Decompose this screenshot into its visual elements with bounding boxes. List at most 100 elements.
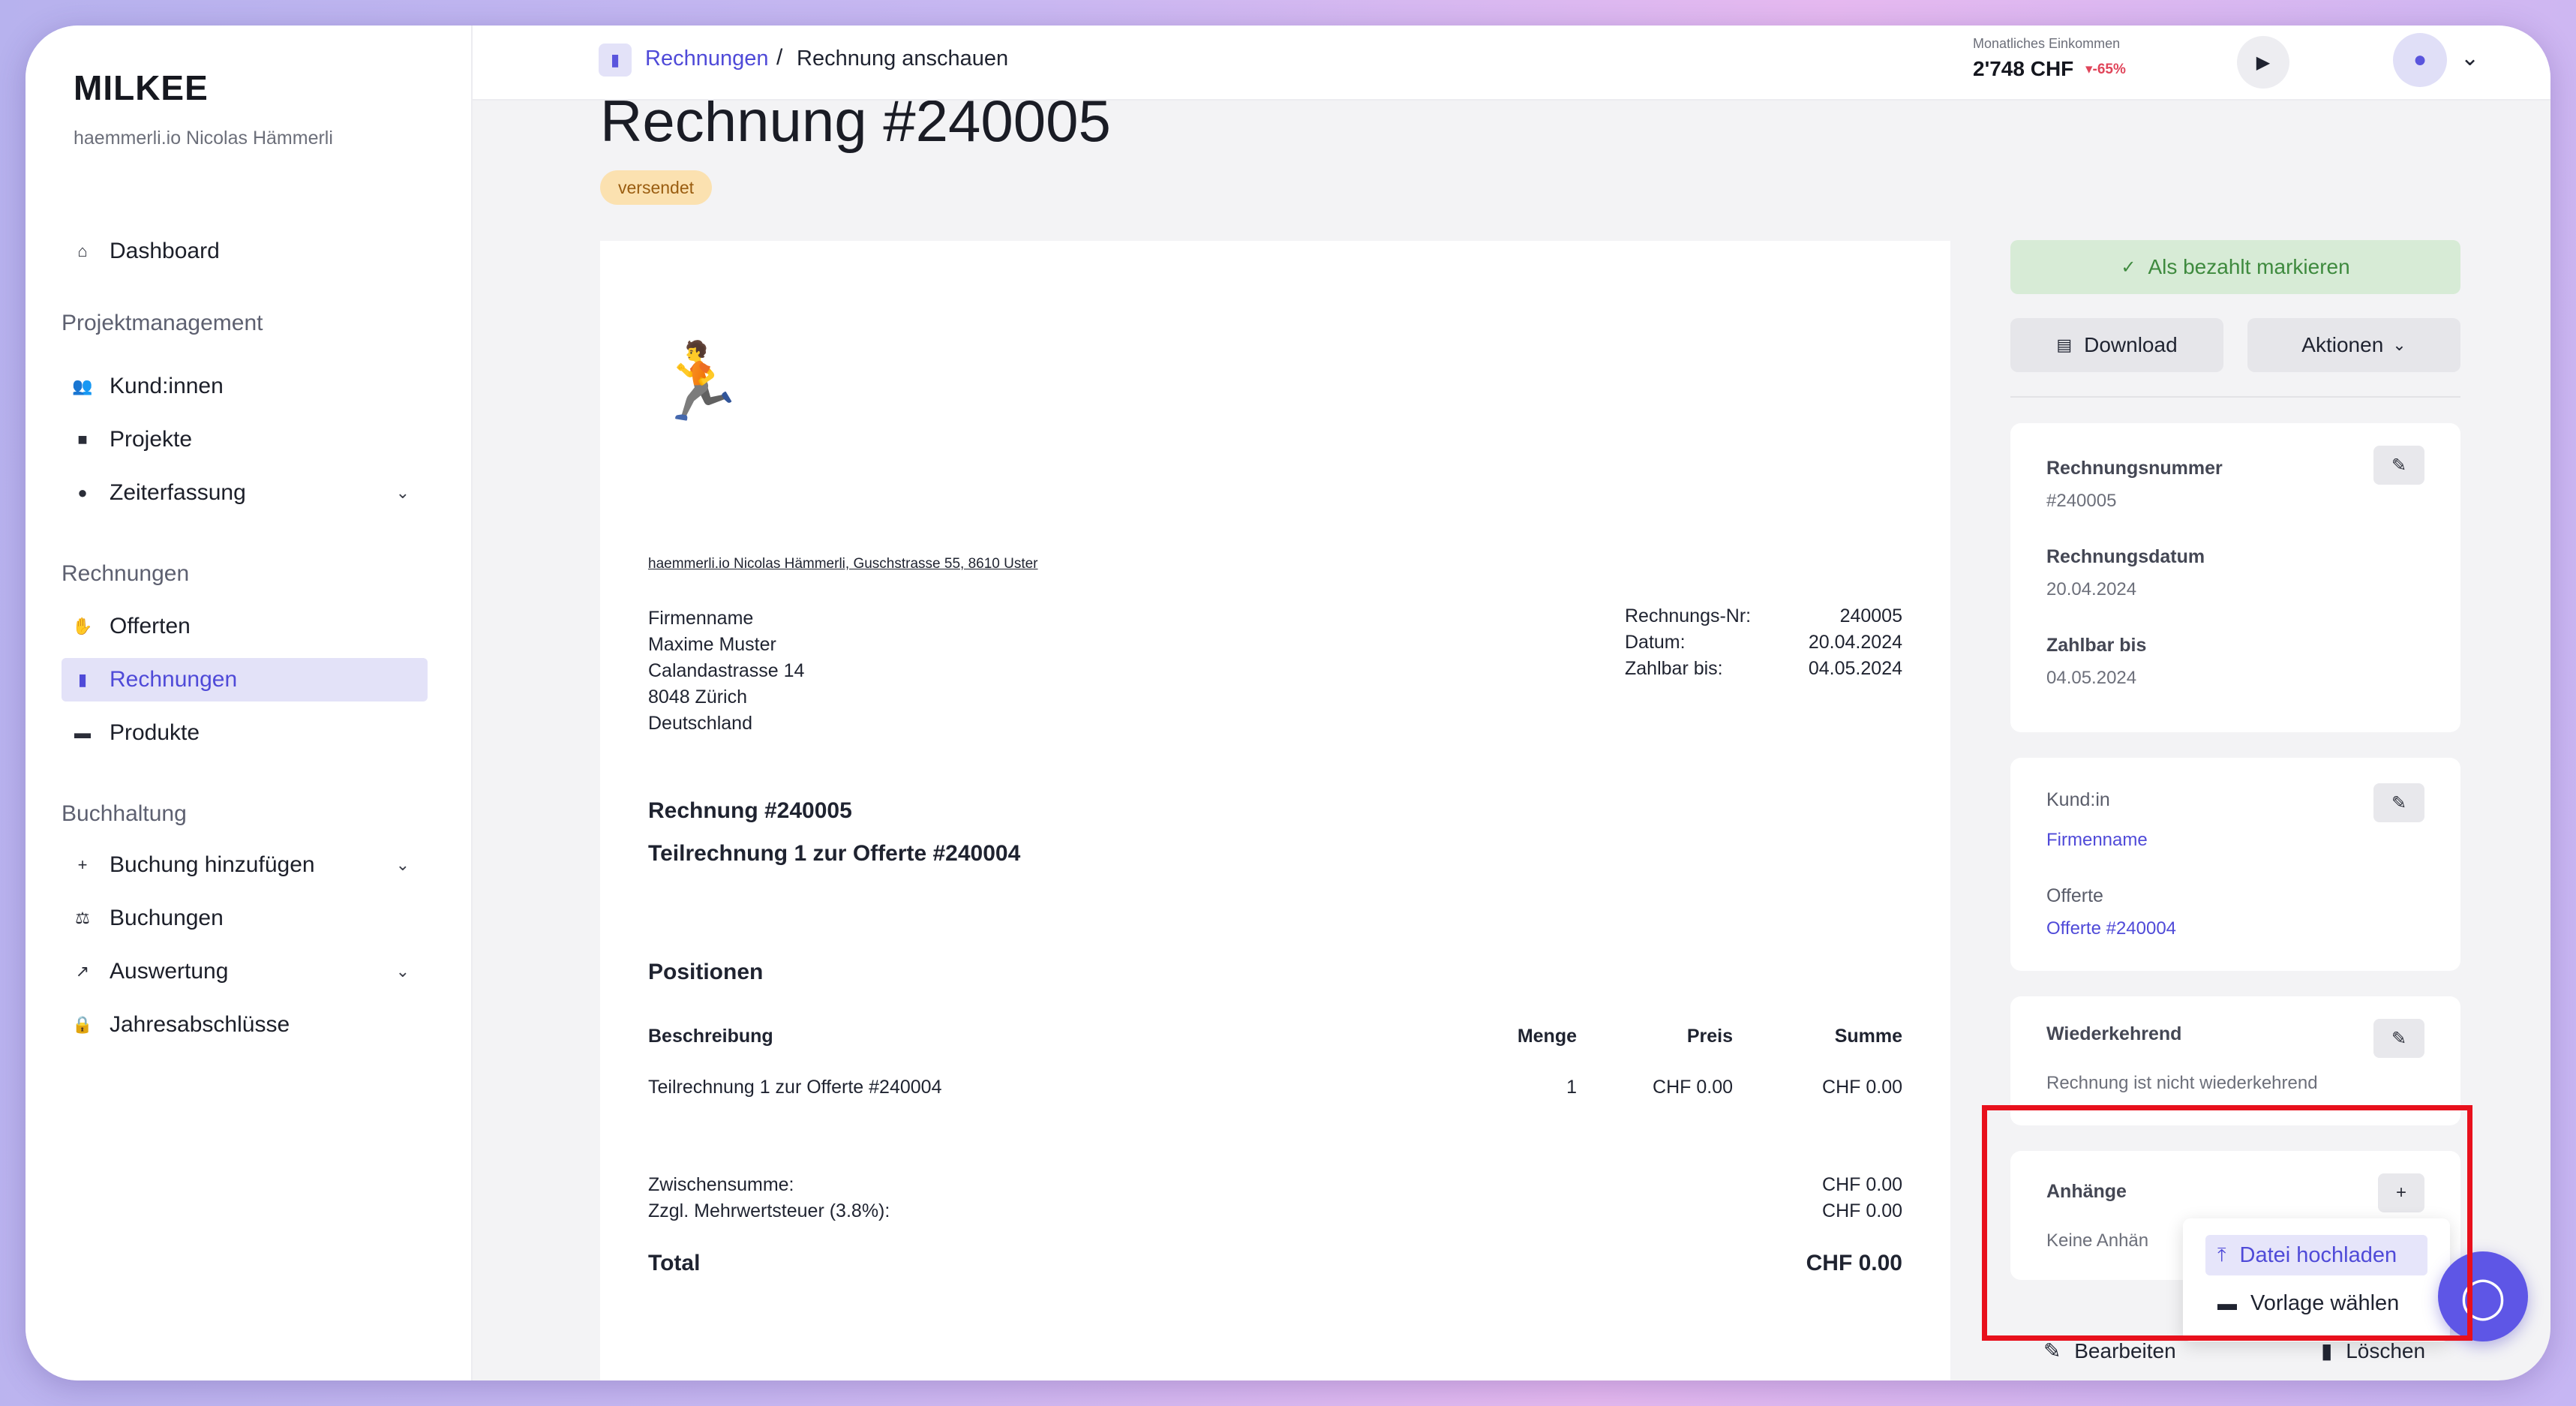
- sidebar-item-projekte[interactable]: ■ Projekte: [62, 418, 428, 461]
- sidebar-item-label: Projekte: [110, 427, 193, 452]
- box-icon: ▬: [74, 723, 91, 742]
- details-card: Rechnungsnummer #240005 Rechnungsdatum 2…: [2010, 423, 2460, 732]
- invoice-number-value: #240005: [2046, 491, 2117, 511]
- invoice-logo: 🏃: [653, 340, 746, 424]
- delete-invoice-button[interactable]: ▮ Löschen: [2321, 1338, 2425, 1363]
- chevron-down-icon: ⌄: [395, 855, 410, 874]
- meta-due-value: 04.05.2024: [1808, 658, 1902, 679]
- sidebar-item-label: Produkte: [110, 720, 200, 745]
- vat-value: CHF 0.00: [1822, 1200, 1902, 1221]
- breadcrumb-separator: /: [776, 45, 783, 70]
- due-date-label: Zahlbar bis: [2046, 635, 2147, 656]
- play-timer-button[interactable]: ▶: [2237, 36, 2289, 89]
- chevron-down-icon: ⌄: [395, 483, 410, 502]
- edit-invoice-button[interactable]: ✎ Bearbeiten: [2043, 1338, 2176, 1363]
- customer-link[interactable]: Firmenname: [2046, 830, 2148, 851]
- total-label: Total: [648, 1251, 701, 1275]
- handshake-icon: ✋: [72, 617, 93, 635]
- user-icon: ●: [2412, 47, 2427, 72]
- chevron-down-icon: ⌄: [2392, 335, 2406, 354]
- recipient-line: Calandastrasse 14: [648, 660, 805, 681]
- clock-icon: ●: [77, 483, 88, 502]
- meta-nr-value: 240005: [1839, 605, 1902, 626]
- sidebar-item-dashboard[interactable]: ⌂ Dashboard: [62, 230, 428, 273]
- edit-label: Bearbeiten: [2074, 1339, 2176, 1362]
- file-icon: ▮: [77, 670, 88, 689]
- edit-recurring-button[interactable]: ✎: [2373, 1019, 2424, 1058]
- breadcrumb-link[interactable]: Rechnungen: [645, 47, 768, 71]
- play-icon: ▶: [2256, 52, 2271, 73]
- plus-icon: +: [77, 855, 88, 874]
- sidebar-item-zeiterfassung[interactable]: ● Zeiterfassung ⌄: [62, 471, 428, 515]
- recurring-label: Wiederkehrend: [2046, 1023, 2182, 1044]
- sidebar-item-offerten[interactable]: ✋ Offerten: [62, 605, 428, 648]
- delete-label: Löschen: [2346, 1339, 2426, 1362]
- sidebar-item-auswertung[interactable]: ↗ Auswertung ⌄: [62, 950, 428, 993]
- edit-icon: ✎: [2391, 792, 2407, 813]
- chevron-down-icon[interactable]: ⌄: [2460, 45, 2479, 71]
- meta-date-label: Datum:: [1625, 632, 1686, 653]
- avatar[interactable]: ●: [2393, 33, 2447, 87]
- sidebar-item-label: Buchung hinzufügen: [110, 852, 315, 877]
- mark-paid-button[interactable]: ✓ Als bezahlt markieren: [2010, 240, 2460, 294]
- sidebar-item-label: Offerten: [110, 614, 191, 638]
- recurring-text: Rechnung ist nicht wiederkehrend: [2046, 1073, 2318, 1093]
- sidebar-item-kundinnen[interactable]: 👥 Kund:innen: [62, 365, 428, 408]
- column-header-description: Beschreibung: [648, 1026, 773, 1047]
- sender-line: haemmerli.io Nicolas Hämmerli, Guschstra…: [648, 556, 1038, 572]
- column-header-sum: Summe: [1834, 1026, 1902, 1047]
- due-date-value: 04.05.2024: [2046, 668, 2137, 688]
- actions-label: Aktionen: [2301, 333, 2384, 356]
- income-delta: ▾-65%: [2085, 62, 2126, 77]
- invoice-date-label: Rechnungsdatum: [2046, 546, 2205, 567]
- offer-label: Offerte: [2046, 885, 2103, 906]
- divider: [2010, 396, 2460, 398]
- sidebar-item-label: Auswertung: [110, 959, 229, 984]
- highlight-annotation: [1982, 1105, 2472, 1341]
- total-value: CHF 0.00: [1806, 1251, 1902, 1275]
- download-button[interactable]: ▤ Download: [2010, 318, 2223, 372]
- offer-link[interactable]: Offerte #240004: [2046, 918, 2176, 939]
- row-quantity: 1: [1566, 1077, 1577, 1098]
- invoice-subheading: Teilrechnung 1 zur Offerte #240004: [648, 841, 1021, 866]
- recipient-line: Firmenname: [648, 608, 754, 629]
- invoice-preview: 🏃 haemmerli.io Nicolas Hämmerli, Guschst…: [600, 241, 1950, 1380]
- edit-icon: ✎: [2391, 455, 2407, 476]
- sidebar: MILKEE haemmerli.io Nicolas Hämmerli ⌂ D…: [26, 26, 473, 1380]
- download-label: Download: [2084, 333, 2178, 356]
- invoice-heading: Rechnung #240005: [648, 798, 852, 823]
- sidebar-item-jahresabschluesse[interactable]: 🔒 Jahresabschlüsse: [62, 1003, 428, 1047]
- customer-label: Kund:in: [2046, 789, 2110, 810]
- sidebar-item-rechnungen[interactable]: ▮ Rechnungen: [62, 658, 428, 701]
- row-price: CHF 0.00: [1653, 1077, 1733, 1098]
- file-icon: ▮: [599, 44, 632, 77]
- sidebar-item-label: Jahresabschlüsse: [110, 1012, 290, 1037]
- folder-icon: ■: [77, 430, 88, 449]
- trash-icon: ▮: [2321, 1339, 2333, 1362]
- breadcrumb-current: Rechnung anschauen: [797, 47, 1009, 71]
- actions-dropdown-button[interactable]: Aktionen ⌄: [2247, 318, 2460, 372]
- lock-icon: 🔒: [72, 1015, 93, 1034]
- file-download-icon: ▤: [2056, 335, 2073, 354]
- meta-nr-label: Rechnungs-Nr:: [1625, 605, 1752, 626]
- meta-due-label: Zahlbar bis:: [1625, 658, 1723, 679]
- row-description: Teilrechnung 1 zur Offerte #240004: [648, 1077, 942, 1098]
- scale-icon: ⚖: [75, 909, 90, 927]
- sidebar-item-label: Rechnungen: [110, 667, 238, 692]
- meta-date-value: 20.04.2024: [1808, 632, 1902, 653]
- edit-customer-button[interactable]: ✎: [2373, 783, 2424, 822]
- row-sum: CHF 0.00: [1822, 1077, 1902, 1098]
- sidebar-item-label: Zeiterfassung: [110, 480, 246, 505]
- recipient-line: Maxime Muster: [648, 634, 776, 655]
- chevron-down-icon: ⌄: [395, 962, 410, 981]
- edit-details-button[interactable]: ✎: [2373, 446, 2424, 485]
- brand-logo: MILKEE: [74, 68, 209, 107]
- positions-title: Positionen: [648, 960, 764, 984]
- edit-icon: ✎: [2391, 1028, 2407, 1049]
- mark-paid-label: Als bezahlt markieren: [2148, 255, 2350, 278]
- sidebar-item-produkte[interactable]: ▬ Produkte: [62, 711, 428, 755]
- sidebar-item-label: Buchungen: [110, 906, 224, 930]
- account-name: haemmerli.io Nicolas Hämmerli: [74, 128, 333, 149]
- sidebar-item-buchungen[interactable]: ⚖ Buchungen: [62, 897, 428, 940]
- sidebar-item-buchung-hinzufuegen[interactable]: + Buchung hinzufügen ⌄: [62, 843, 428, 887]
